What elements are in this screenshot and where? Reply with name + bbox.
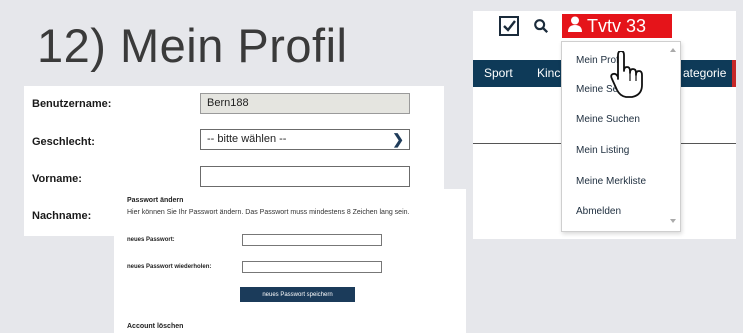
menu-scrollbar[interactable] (669, 46, 677, 226)
firstname-label: Vorname: (32, 173, 82, 185)
hand-cursor-icon (610, 50, 652, 104)
chevron-down-icon: ❯ (392, 131, 404, 147)
nav-item-sport[interactable]: Sport (484, 66, 513, 80)
username-label: Benutzername: (32, 98, 112, 110)
search-icon[interactable] (531, 16, 551, 36)
new-password-field[interactable] (242, 234, 382, 246)
new-password-label: neues Passwort: (127, 237, 175, 243)
password-panel: Passwort ändern Hier können Sie Ihr Pass… (114, 189, 466, 333)
lastname-label: Nachname: (32, 210, 92, 222)
firstname-field[interactable] (200, 166, 410, 187)
user-name: Tvtv 33 (587, 15, 647, 36)
delete-account-heading: Account löschen (127, 323, 184, 330)
username-field[interactable]: Bern188 (200, 93, 410, 114)
user-icon (568, 16, 582, 37)
gender-select[interactable]: -- bitte wählen -- ❯ (200, 129, 410, 150)
save-password-button[interactable]: neues Passwort speichern (240, 287, 355, 302)
menu-item-meine-suchen[interactable]: Meine Suchen (576, 114, 640, 125)
menu-item-abmelden[interactable]: Abmelden (576, 206, 621, 217)
password-description: Hier können Sie Ihr Passwort ändern. Das… (127, 209, 410, 216)
nav-accent-edge (732, 60, 736, 87)
slide-title: 12) Mein Profil (37, 19, 348, 72)
nav-item-kategorie[interactable]: ategorie (683, 66, 726, 80)
repeat-password-field[interactable] (242, 261, 382, 273)
nav-item-kinc[interactable]: Kinc (537, 66, 560, 80)
gender-select-value: -- bitte wählen -- (207, 133, 287, 145)
checklist-icon[interactable] (499, 16, 519, 36)
password-heading: Passwort ändern (127, 197, 184, 204)
repeat-password-label: neues Passwort wiederholen: (127, 264, 212, 270)
gender-label: Geschlecht: (32, 136, 95, 148)
menu-item-mein-listing[interactable]: Mein Listing (576, 145, 629, 156)
menu-item-meine-merkliste[interactable]: Meine Merkliste (576, 176, 646, 187)
user-menu-button[interactable]: Tvtv 33 (562, 14, 672, 38)
